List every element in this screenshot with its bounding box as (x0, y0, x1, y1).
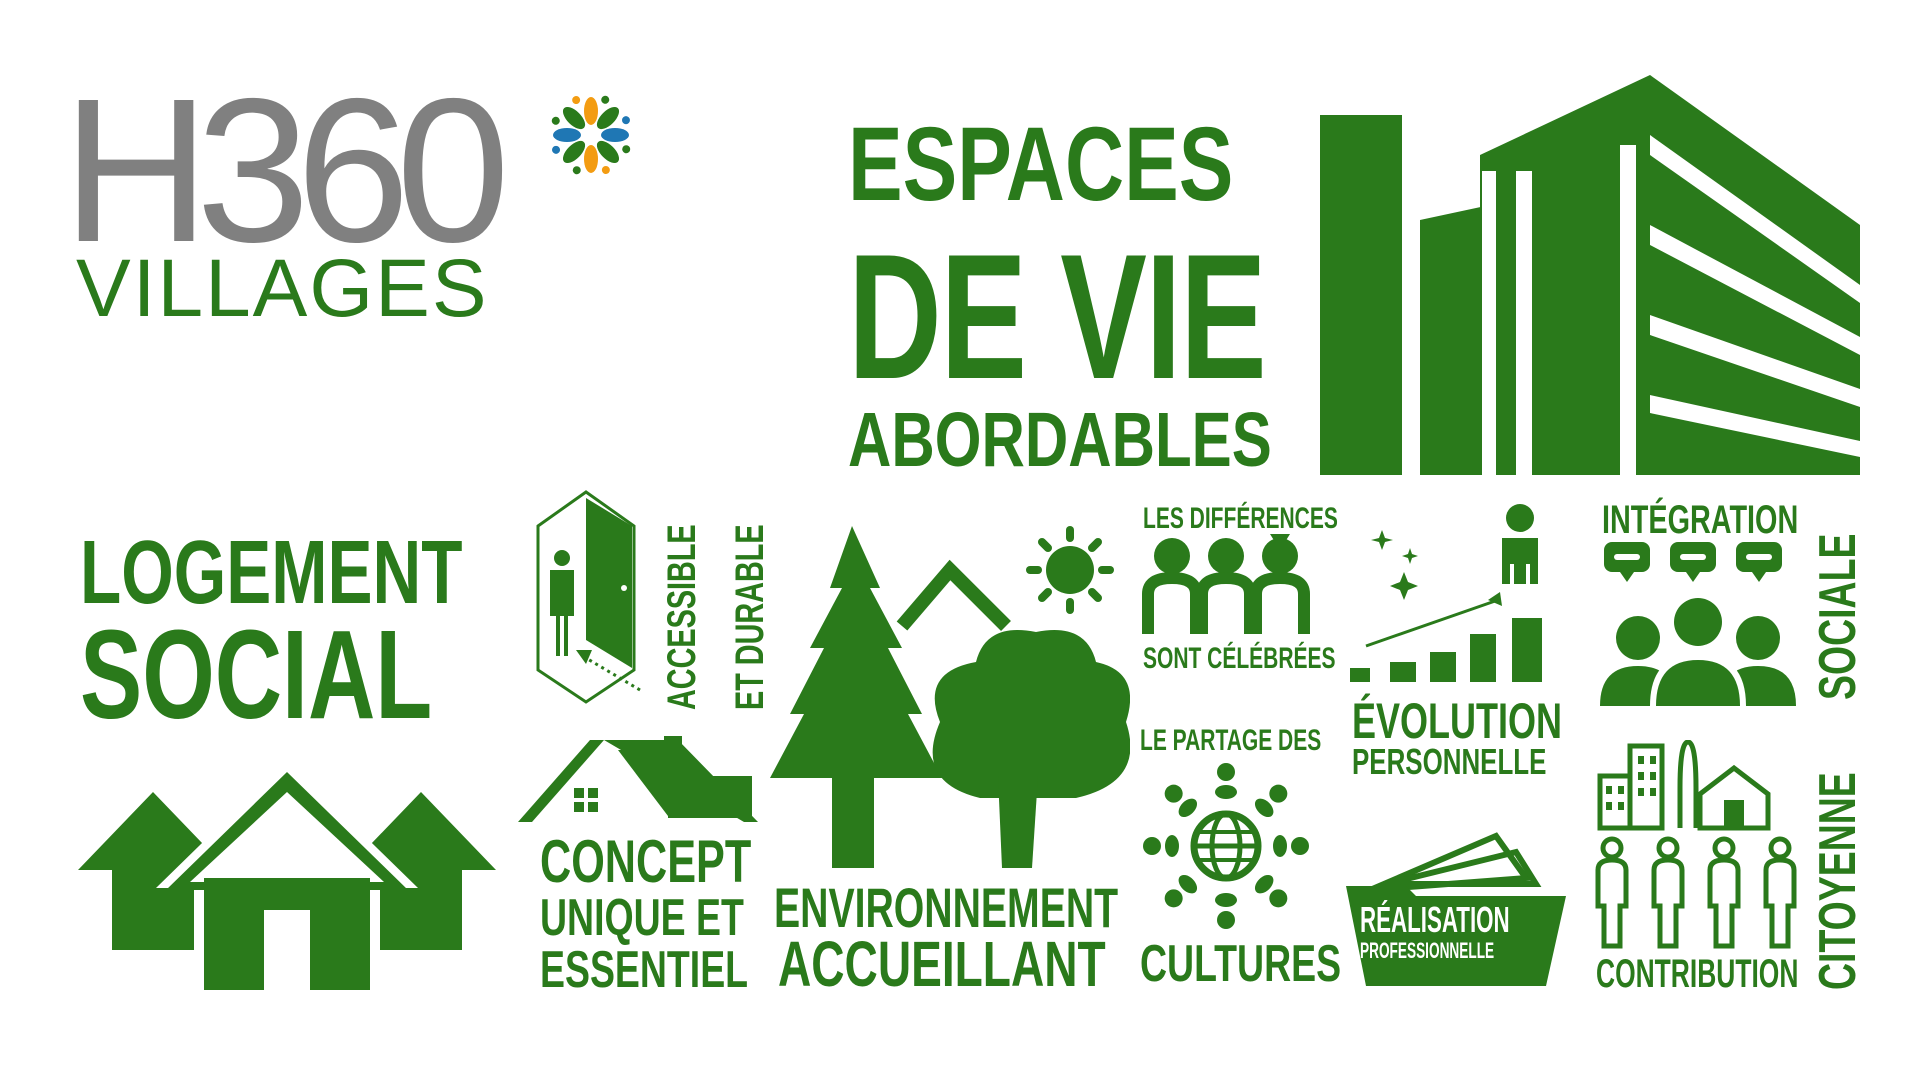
houses-icon (78, 770, 496, 990)
evolution-line2: PERSONNELLE (1352, 741, 1547, 782)
globe-people-icon (1143, 763, 1309, 929)
house-icon (518, 736, 758, 822)
trees-sun-icon (770, 526, 1130, 868)
evolution-line1: ÉVOLUTION (1352, 693, 1563, 749)
accessible-line1: ACCESSIBLE (660, 524, 704, 710)
headline-line1: ESPACES (848, 106, 1234, 223)
integration-line2: SOCIALE (1809, 533, 1867, 700)
realisation-line1: RÉALISATION (1360, 899, 1510, 940)
flower-logo-icon (551, 95, 631, 175)
contribution-line1: CONTRIBUTION (1596, 952, 1799, 996)
growth-chart-icon (1350, 504, 1542, 682)
accessible-line2: ET DURABLE (728, 524, 772, 710)
logement-line2: SOCIAL (80, 604, 433, 745)
building-icon (1320, 75, 1860, 475)
realisation-line2: PROFESSIONNELLE (1360, 938, 1495, 963)
integration-line1: INTÉGRATION (1602, 498, 1799, 542)
city-people-icon (1595, 740, 1797, 949)
logo-subtitle: VILLAGES (76, 243, 489, 334)
differences-line2: SONT CÉLÉBRÉES (1143, 642, 1336, 675)
partage-line1: LE PARTAGE DES (1140, 724, 1322, 757)
environnement-line2: ACCUEILLANT (778, 928, 1106, 1000)
concept-line3: ESSENTIEL (540, 941, 749, 999)
speech-people-icon (1600, 542, 1796, 706)
headline-line3: ABORDABLES (848, 397, 1272, 483)
contribution-line2: CITOYENNE (1809, 772, 1867, 990)
concept-line2: UNIQUE ET (540, 889, 744, 947)
door-person-icon (536, 490, 641, 704)
headline-line2: DE VIE (848, 217, 1267, 416)
logo: H360 VILLAGES (62, 68, 631, 334)
people-group-icon (1142, 534, 1310, 636)
partage-line2: CULTURES (1140, 935, 1342, 993)
concept-line1: CONCEPT (540, 828, 752, 895)
